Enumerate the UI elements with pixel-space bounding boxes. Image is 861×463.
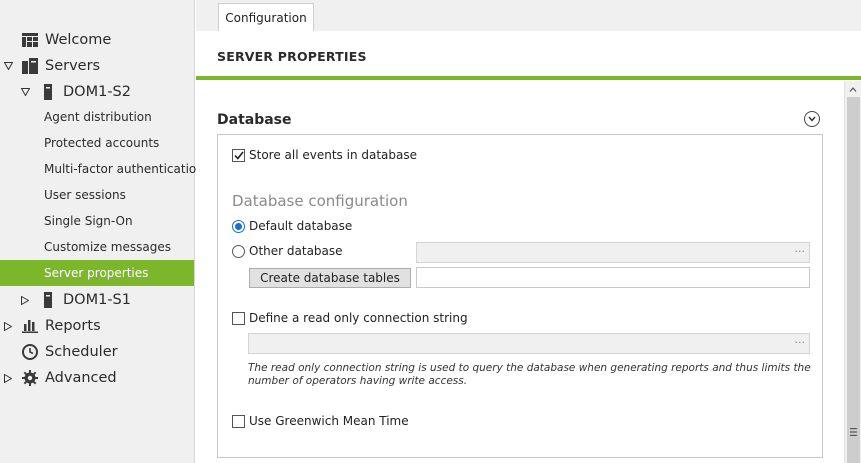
scroll-up-arrow[interactable] xyxy=(845,81,861,97)
sidebar-item-label: Single Sign-On xyxy=(44,214,133,228)
readonly-connection-note: The read only connection string is used … xyxy=(248,362,811,387)
database-panel: Store all events in database Database co… xyxy=(217,134,823,458)
sidebar-item-advanced[interactable]: Advanced xyxy=(0,365,194,391)
collapsed-triangle-icon[interactable] xyxy=(3,321,13,331)
other-database-label: Other database xyxy=(249,244,343,258)
sidebar-item-server-properties[interactable]: Server properties xyxy=(0,260,194,286)
server-icon xyxy=(39,291,57,309)
sidebar-item-label: Reports xyxy=(45,318,101,334)
sidebar-item-protected-accounts[interactable]: Protected accounts xyxy=(0,130,194,156)
sidebar-item-label: Servers xyxy=(45,58,101,74)
sidebar-item-label: Multi-factor authentication xyxy=(44,162,204,176)
sidebar-item-label: Protected accounts xyxy=(44,136,160,150)
readonly-connection-label: Define a read only connection string xyxy=(249,311,468,325)
content-area: Database Store all events in database Da… xyxy=(196,81,844,463)
chevron-down-icon xyxy=(808,116,816,122)
sidebar-item-label: Advanced xyxy=(45,370,117,386)
gear-icon xyxy=(21,369,39,387)
page-header: SERVER PROPERTIES xyxy=(196,31,861,80)
sidebar-item-reports[interactable]: Reports xyxy=(0,313,194,339)
servers-icon xyxy=(21,57,39,75)
other-database-radio[interactable] xyxy=(232,245,245,258)
collapse-section-button[interactable] xyxy=(804,111,820,127)
collapsed-triangle-icon[interactable] xyxy=(20,295,30,305)
sidebar-item-dom1-s2[interactable]: DOM1-S2 xyxy=(0,79,194,105)
tab-bar: Configuration xyxy=(196,0,861,32)
gmt-label: Use Greenwich Mean Time xyxy=(249,414,409,428)
sidebar-item-customize-messages[interactable]: Customize messages xyxy=(0,234,194,260)
sidebar-item-label: DOM1-S2 xyxy=(63,84,131,100)
page-title: SERVER PROPERTIES xyxy=(217,49,367,64)
ellipsis-button[interactable]: ··· xyxy=(795,245,806,258)
sidebar-item-label: DOM1-S1 xyxy=(63,292,131,308)
readonly-connection-checkbox[interactable] xyxy=(232,312,245,325)
scroll-thumb[interactable] xyxy=(847,97,860,463)
sidebar-item-single-sign-on[interactable]: Single Sign-On xyxy=(0,208,194,234)
sidebar-item-label: Welcome xyxy=(45,32,112,48)
chevron-up-icon xyxy=(849,86,857,92)
sidebar-item-label: Agent distribution xyxy=(44,110,152,124)
sidebar-item-label: Scheduler xyxy=(45,344,118,360)
grid-icon xyxy=(21,31,39,49)
create-tables-input[interactable] xyxy=(416,267,810,288)
tab-configuration[interactable]: Configuration xyxy=(218,3,314,32)
sidebar-item-scheduler[interactable]: Scheduler xyxy=(0,339,194,365)
scrollbar[interactable] xyxy=(844,81,861,463)
server-icon xyxy=(39,83,57,101)
bar-chart-icon xyxy=(21,317,39,335)
grip-icon xyxy=(850,428,857,436)
sidebar-item-user-sessions[interactable]: User sessions xyxy=(0,182,194,208)
store-events-label: Store all events in database xyxy=(249,148,417,162)
readonly-connection-input[interactable]: ··· xyxy=(248,333,810,354)
expanded-triangle-icon[interactable] xyxy=(3,61,13,71)
sidebar-item-welcome[interactable]: Welcome xyxy=(0,27,194,53)
default-database-label: Default database xyxy=(249,219,353,233)
expanded-triangle-icon[interactable] xyxy=(20,87,30,97)
other-database-input[interactable]: ··· xyxy=(416,242,810,263)
create-database-tables-button[interactable]: Create database tables xyxy=(249,268,411,288)
sidebar-item-dom1-s1[interactable]: DOM1-S1 xyxy=(0,287,194,313)
clock-icon xyxy=(21,343,39,361)
sidebar-item-label: Customize messages xyxy=(44,240,171,254)
store-events-checkbox[interactable] xyxy=(232,149,245,162)
checkmark-icon xyxy=(233,151,244,160)
sidebar-item-agent-distribution[interactable]: Agent distribution xyxy=(0,104,194,130)
ellipsis-button[interactable]: ··· xyxy=(795,336,806,349)
sidebar-item-servers[interactable]: Servers xyxy=(0,53,194,79)
default-database-radio[interactable] xyxy=(232,220,245,233)
database-config-title: Database configuration xyxy=(232,192,408,210)
sidebar-item-label: Server properties xyxy=(44,266,149,280)
gmt-checkbox[interactable] xyxy=(232,415,245,428)
sidebar-item-label: User sessions xyxy=(44,188,126,202)
collapsed-triangle-icon[interactable] xyxy=(3,373,13,383)
sidebar-item-multi-factor-authentication[interactable]: Multi-factor authentication xyxy=(0,156,204,182)
sidebar: Welcome Servers DOM1-S2 Agent distributi… xyxy=(0,0,204,463)
database-section-title: Database xyxy=(217,112,292,128)
